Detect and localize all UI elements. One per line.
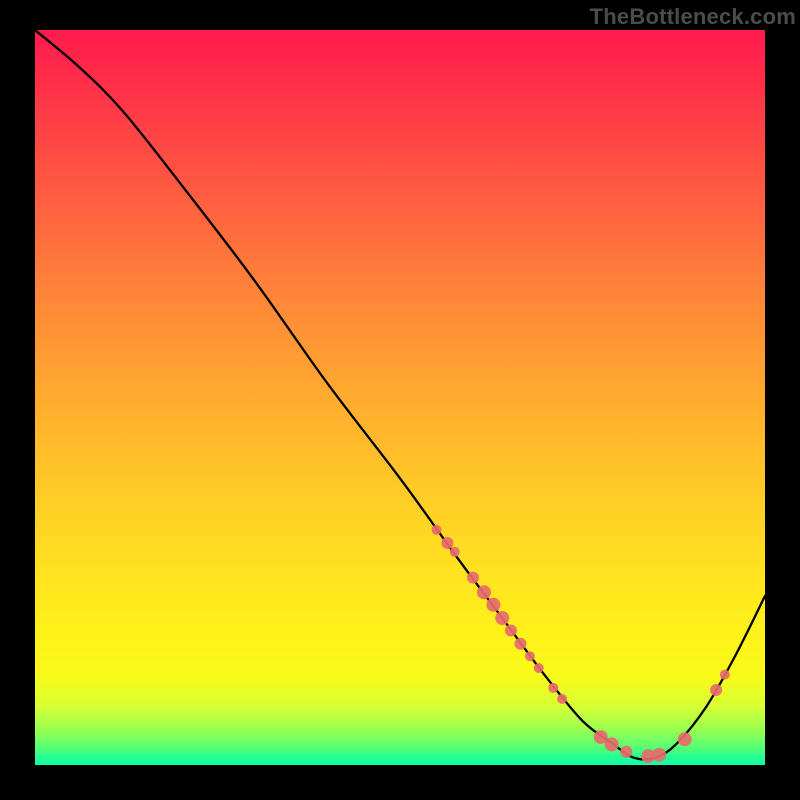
watermark-text: TheBottleneck.com [590,4,796,30]
plot-area [35,30,765,765]
chart-root: { "watermark": "TheBottleneck.com", "plo… [0,0,800,800]
